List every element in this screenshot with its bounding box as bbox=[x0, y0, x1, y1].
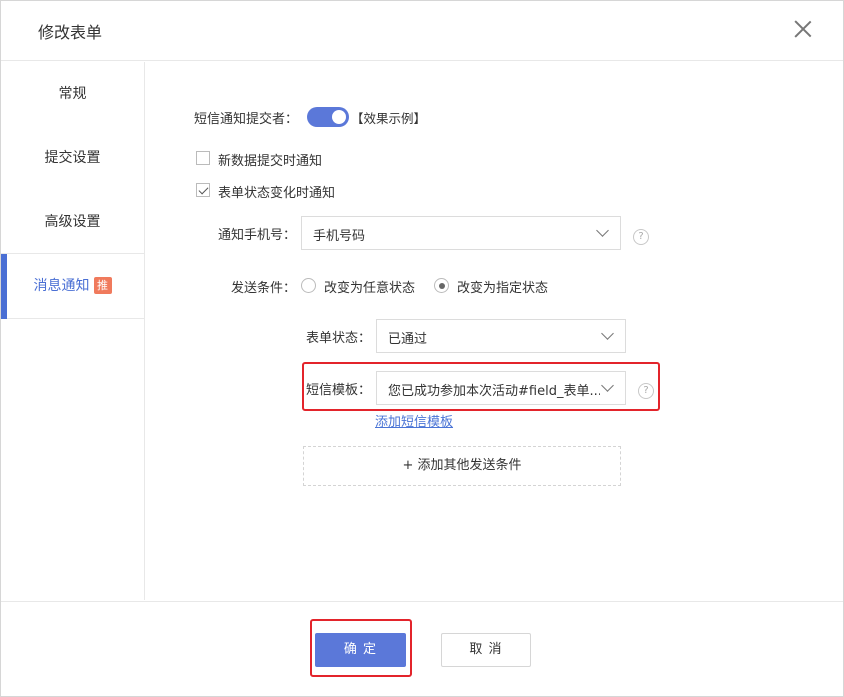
radio-specified-status[interactable] bbox=[434, 278, 449, 293]
sms-template-label: 短信模板： bbox=[306, 383, 372, 398]
add-template-link[interactable]: 添加短信模板 bbox=[375, 411, 453, 430]
recommend-badge: 推 bbox=[93, 277, 112, 294]
form-status-value: 已通过 bbox=[388, 332, 428, 347]
chevron-down-icon bbox=[601, 379, 614, 392]
help-icon[interactable]: ? bbox=[633, 229, 649, 245]
edit-form-dialog: 修改表单 常规 提交设置 高级设置 消息通知推 短信通知提交者： 【效果示例】 … bbox=[0, 0, 844, 697]
cancel-button[interactable]: 取 消 bbox=[441, 633, 531, 667]
example-link[interactable]: 【效果示例】 bbox=[351, 108, 426, 127]
sidebar-item-advanced-settings[interactable]: 高级设置 bbox=[1, 190, 144, 254]
status-change-checkbox-label: 表单状态变化时通知 bbox=[218, 186, 336, 201]
form-status-label: 表单状态： bbox=[306, 331, 372, 346]
sidebar-item-label: 高级设置 bbox=[44, 214, 101, 230]
send-condition-label: 发送条件： bbox=[231, 281, 297, 296]
sidebar-item-label: 消息通知 bbox=[33, 278, 90, 294]
phone-label: 通知手机号： bbox=[218, 228, 297, 243]
status-change-checkbox[interactable] bbox=[196, 183, 210, 197]
sms-template-select[interactable]: 您已成功参加本次活动#field_表单... bbox=[376, 371, 626, 405]
phone-select-value: 手机号码 bbox=[313, 229, 366, 244]
sms-template-value: 您已成功参加本次活动#field_表单... bbox=[388, 384, 600, 399]
sidebar-item-notifications[interactable]: 消息通知推 bbox=[1, 254, 144, 319]
dialog-title: 修改表单 bbox=[38, 23, 103, 42]
sms-notify-toggle[interactable] bbox=[307, 107, 349, 127]
radio-any-status[interactable] bbox=[301, 278, 316, 293]
sidebar-item-label: 提交设置 bbox=[44, 150, 101, 166]
chevron-down-icon bbox=[596, 224, 609, 237]
confirm-button[interactable]: 确 定 bbox=[315, 633, 406, 667]
sidebar-item-label: 常规 bbox=[58, 86, 87, 102]
radio-specified-status-label: 改变为指定状态 bbox=[457, 281, 549, 296]
help-icon[interactable]: ? bbox=[638, 383, 654, 399]
new-data-checkbox-label: 新数据提交时通知 bbox=[218, 154, 323, 169]
close-icon[interactable] bbox=[790, 16, 816, 42]
radio-any-status-label: 改变为任意状态 bbox=[324, 281, 416, 296]
phone-select[interactable]: 手机号码 bbox=[301, 216, 621, 250]
chevron-down-icon bbox=[601, 327, 614, 340]
sidebar-item-general[interactable]: 常规 bbox=[1, 62, 144, 126]
sidebar-item-submit-settings[interactable]: 提交设置 bbox=[1, 126, 144, 190]
settings-sidebar: 常规 提交设置 高级设置 消息通知推 bbox=[1, 62, 145, 600]
sms-notify-label: 短信通知提交者： bbox=[194, 112, 299, 127]
new-data-checkbox[interactable] bbox=[196, 151, 210, 165]
dialog-footer bbox=[1, 601, 843, 697]
dialog-header: 修改表单 bbox=[1, 1, 843, 61]
form-status-select[interactable]: 已通过 bbox=[376, 319, 626, 353]
add-condition-button[interactable]: + 添加其他发送条件 bbox=[303, 446, 621, 486]
